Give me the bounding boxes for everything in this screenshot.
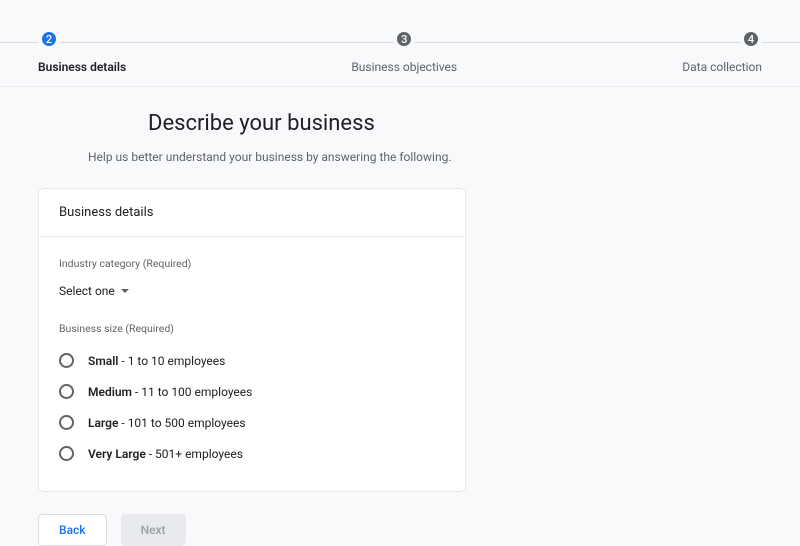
step-label-business-details: Business details bbox=[38, 60, 126, 86]
radio-text-medium: Medium - 11 to 100 employees bbox=[88, 385, 252, 399]
step-data-collection[interactable]: 4 Data collection bbox=[682, 28, 762, 86]
step-circle-4: 4 bbox=[740, 28, 762, 50]
caret-down-icon bbox=[121, 289, 129, 293]
step-business-details[interactable]: 2 Business details bbox=[38, 28, 126, 86]
industry-category-label: Industry category (Required) bbox=[59, 257, 445, 270]
stepper: 2 Business details 3 Business objectives… bbox=[0, 28, 800, 87]
business-size-label: Business size (Required) bbox=[59, 322, 445, 335]
step-circle-3: 3 bbox=[393, 28, 415, 50]
step-label-data-collection: Data collection bbox=[682, 60, 762, 86]
button-row: Back Next bbox=[38, 514, 762, 546]
next-button[interactable]: Next bbox=[121, 514, 186, 546]
page-title: Describe your business bbox=[148, 111, 762, 136]
step-circle-2: 2 bbox=[38, 28, 60, 50]
radio-icon bbox=[59, 415, 74, 430]
step-business-objectives[interactable]: 3 Business objectives bbox=[351, 28, 457, 86]
radio-text-small: Small - 1 to 10 employees bbox=[88, 354, 225, 368]
back-button[interactable]: Back bbox=[38, 514, 107, 546]
radio-text-very-large: Very Large - 501+ employees bbox=[88, 447, 243, 461]
card-header: Business details bbox=[39, 189, 465, 237]
industry-category-select[interactable]: Select one bbox=[59, 284, 129, 298]
content: Describe your business Help us better un… bbox=[0, 87, 800, 546]
radio-icon bbox=[59, 446, 74, 461]
radio-text-large: Large - 101 to 500 employees bbox=[88, 416, 246, 430]
radio-option-large[interactable]: Large - 101 to 500 employees bbox=[59, 407, 445, 438]
page-subtitle: Help us better understand your business … bbox=[88, 150, 762, 164]
select-one-text: Select one bbox=[59, 284, 115, 298]
step-label-business-objectives: Business objectives bbox=[351, 60, 457, 86]
radio-option-small[interactable]: Small - 1 to 10 employees bbox=[59, 345, 445, 376]
radio-option-medium[interactable]: Medium - 11 to 100 employees bbox=[59, 376, 445, 407]
radio-icon bbox=[59, 353, 74, 368]
radio-option-very-large[interactable]: Very Large - 501+ employees bbox=[59, 438, 445, 469]
radio-icon bbox=[59, 384, 74, 399]
business-details-card: Business details Industry category (Requ… bbox=[38, 188, 466, 492]
card-body: Industry category (Required) Select one … bbox=[39, 237, 465, 491]
